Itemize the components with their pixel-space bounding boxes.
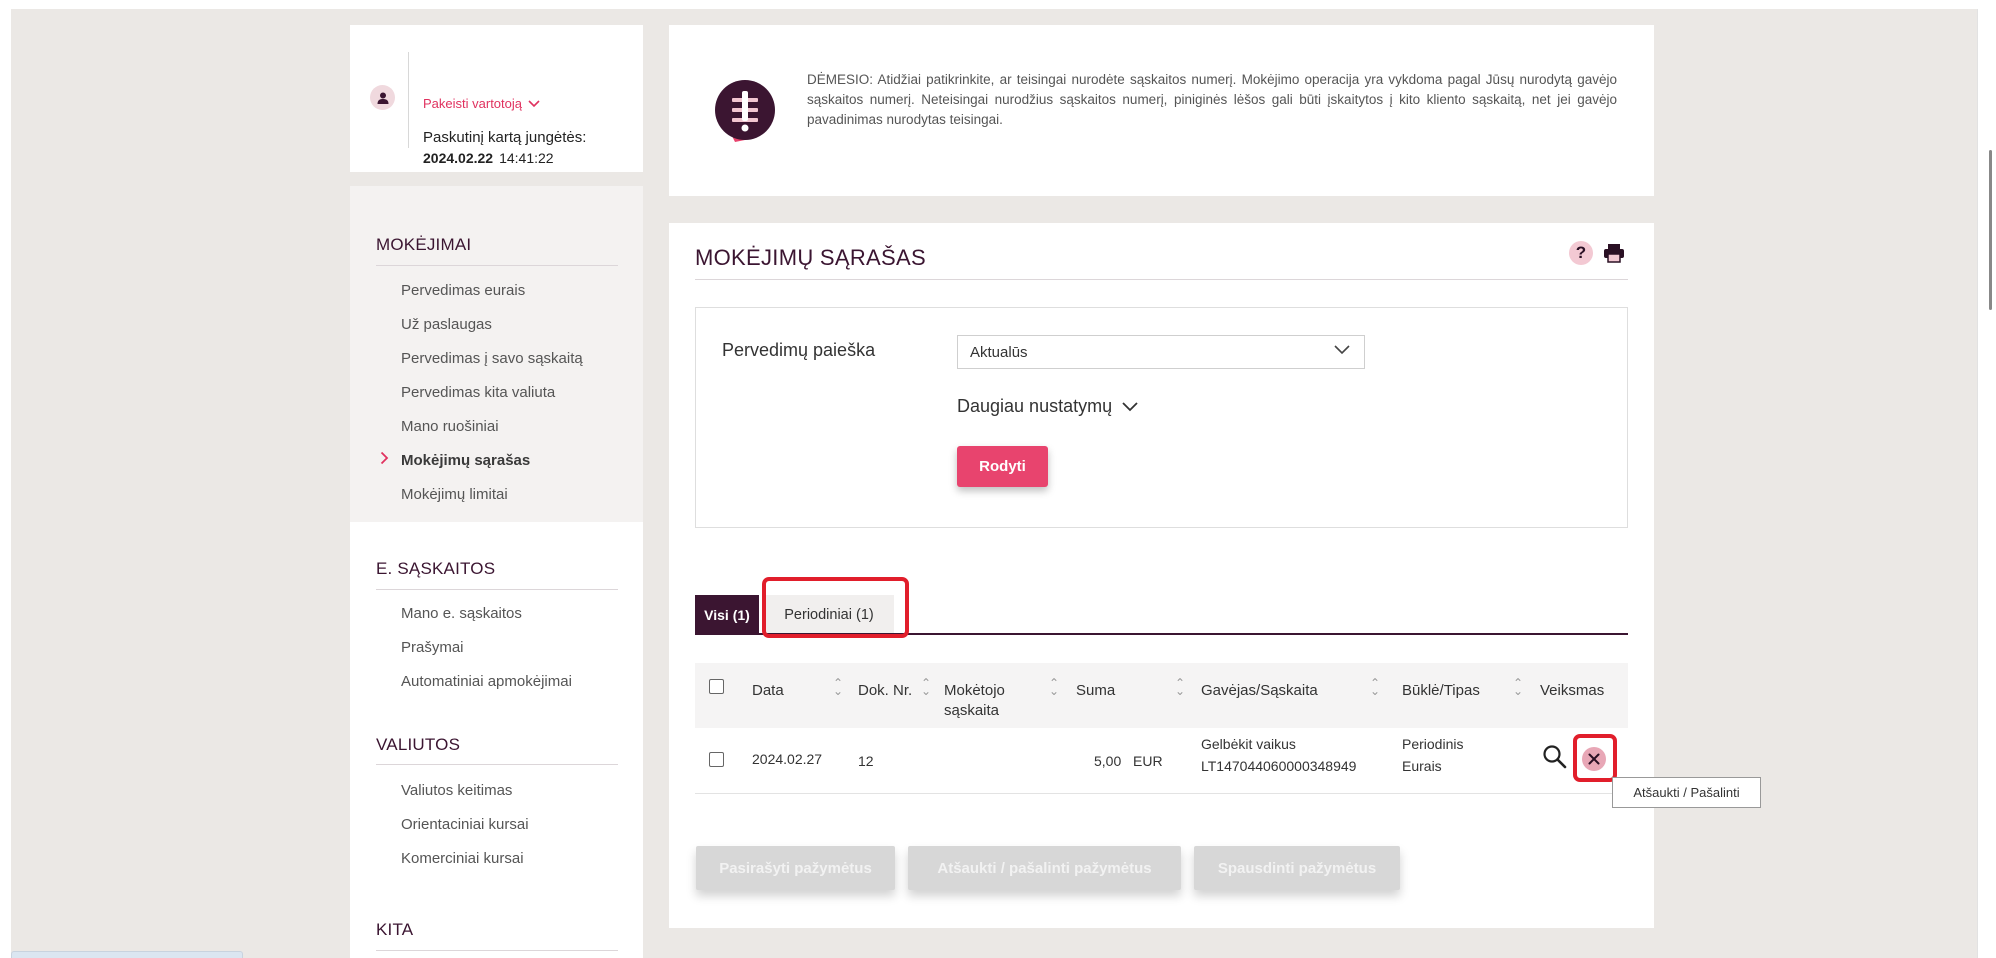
user-icon[interactable] — [370, 85, 395, 110]
row-currency: EUR — [1133, 753, 1163, 769]
sidebar-item-transfer-eur[interactable]: Pervedimas eurais — [401, 282, 525, 299]
column-header-status[interactable]: Būklė/Tipas — [1402, 681, 1480, 701]
sidebar-item-exchange[interactable]: Valiutos keitimas — [401, 782, 512, 799]
chevron-down-icon — [1122, 401, 1138, 411]
more-settings-label: Daugiau nustatymų — [957, 396, 1113, 416]
sort-icon[interactable]: ⌃ ⌄ — [1049, 677, 1059, 697]
sort-icon[interactable]: ⌃ ⌄ — [921, 677, 931, 697]
column-header-date[interactable]: Data — [752, 681, 784, 701]
column-header-amount[interactable]: Suma — [1076, 681, 1115, 701]
notice-text: DĖMESIO: Atidžiai patikrinkite, ar teisi… — [807, 72, 1617, 127]
sort-icon[interactable]: ⌃ ⌄ — [833, 677, 843, 697]
last-login-time: 14:41:22 — [499, 150, 554, 166]
user-divider — [408, 52, 409, 148]
sidebar-item-payment-list[interactable]: Mokėjimų sąrašas — [401, 452, 530, 469]
help-icon[interactable]: ? — [1569, 241, 1593, 265]
sort-icon[interactable]: ⌃ ⌄ — [1370, 677, 1380, 697]
print-selected-button[interactable]: Spausdinti pažymėtus — [1194, 846, 1400, 890]
tab-all[interactable]: Visi (1) — [695, 595, 759, 634]
row-checkbox[interactable] — [709, 752, 724, 767]
row-type: Eurais — [1402, 758, 1442, 774]
row-date: 2024.02.27 — [752, 751, 823, 767]
switch-user-label: Pakeisti vartotoją — [423, 96, 522, 111]
sidebar-item-commercial-rates[interactable]: Komerciniai kursai — [401, 850, 524, 867]
sidebar-item-limits[interactable]: Mokėjimų limitai — [401, 486, 508, 503]
user-card: Pakeisti vartotoją Paskutinį kartą jungė… — [350, 25, 643, 172]
cancel-selected-button[interactable]: Atšaukti / pašalinti pažymėtus — [908, 846, 1181, 890]
tab-periodic[interactable]: Periodiniai (1) — [764, 595, 894, 634]
last-login-date: 2024.02.22 — [423, 150, 494, 166]
section-title-payments: MOKĖJIMAI — [376, 235, 472, 254]
row-doc-no: 12 — [858, 753, 874, 769]
scrollbar-thumb[interactable] — [1989, 150, 1992, 310]
sidebar-item-drafts[interactable]: Mano ruošiniai — [401, 418, 499, 435]
sidebar-item-my-einvoices[interactable]: Mano e. sąskaitos — [401, 605, 522, 622]
column-header-doc-no[interactable]: Dok. Nr. — [858, 681, 912, 701]
table-header: Data ⌃ ⌄ Dok. Nr. ⌃ ⌄ Mokėtojo sąskaita ⌃ ⌄… — [695, 663, 1628, 728]
sidebar-item-indicative-rates[interactable]: Orientaciniai kursai — [401, 816, 529, 833]
section-title-einvoices: E. SĄSKAITOS — [376, 559, 496, 578]
magnifier-icon[interactable] — [1542, 744, 1568, 770]
filter-selected-value: Aktualūs — [970, 344, 1028, 361]
switch-user-link[interactable]: Pakeisti vartotoją — [423, 96, 540, 111]
bottom-panel-tab[interactable] — [11, 951, 243, 958]
sidebar-nav: MOKĖJIMAI Pervedimas eurais Už paslaugas… — [350, 186, 643, 958]
section-divider — [376, 950, 618, 951]
section-divider — [376, 265, 618, 266]
column-header-payer-account[interactable]: Mokėtojo sąskaita — [944, 681, 1024, 721]
section-divider — [376, 589, 618, 590]
section-title-currency: VALIUTOS — [376, 735, 461, 754]
show-button[interactable]: Rodyti — [957, 446, 1048, 487]
section-title-other: KITA — [376, 920, 414, 939]
window-top-edge — [0, 0, 1996, 9]
print-icon[interactable] — [1603, 243, 1625, 263]
search-filter-panel: Pervedimų paieška Aktualūs Daugiau nusta… — [695, 307, 1628, 528]
chevron-right-icon — [380, 451, 389, 469]
action-tooltip: Atšaukti / Pašalinti — [1612, 777, 1761, 808]
column-header-action: Veiksmas — [1540, 682, 1605, 699]
section-divider — [376, 764, 618, 765]
close-circle-icon[interactable] — [1582, 747, 1606, 771]
sidebar-item-own-account[interactable]: Pervedimas į savo sąskaitą — [401, 350, 583, 367]
last-login-value: 2024.02.22 14:41:22 — [423, 150, 554, 166]
chevron-down-icon — [1334, 345, 1350, 355]
row-amount: 5,00 — [1094, 753, 1122, 769]
last-login-label: Paskutinį kartą jungėtės: — [423, 129, 587, 146]
more-settings-toggle[interactable]: Daugiau nustatymų — [957, 396, 1138, 417]
column-header-payee[interactable]: Gavėjas/Sąskaita — [1201, 681, 1318, 701]
filter-label: Pervedimų paieška — [722, 340, 876, 360]
sidebar-item-services[interactable]: Už paslaugas — [401, 316, 492, 333]
window-left-edge — [0, 0, 11, 958]
row-payee-account: LT147044060000348949 — [1201, 758, 1357, 774]
notice-card: DĖMESIO: Atidžiai patikrinkite, ar teisi… — [669, 25, 1654, 196]
filter-status-select[interactable]: Aktualūs — [957, 335, 1365, 369]
page-title: MOKĖJIMŲ SĄRAŠAS — [695, 245, 926, 270]
warning-document-icon — [715, 80, 775, 142]
row-payee-name: Gelbėkit vaikus — [1201, 736, 1296, 752]
sidebar-item-other-currency[interactable]: Pervedimas kita valiuta — [401, 384, 555, 401]
vertical-scrollbar[interactable] — [1977, 9, 1996, 958]
title-divider — [695, 279, 1628, 280]
sidebar-item-auto-payments[interactable]: Automatiniai apmokėjimai — [401, 673, 572, 690]
chevron-down-icon — [528, 99, 540, 107]
payment-list-card: MOKĖJIMŲ SĄRAŠAS ? Pervedimų paieška Akt… — [669, 223, 1654, 928]
sort-icon[interactable]: ⌃ ⌄ — [1175, 677, 1185, 697]
tabs-underline — [695, 633, 1628, 635]
row-status: Periodinis — [1402, 736, 1464, 752]
table-row[interactable]: 2024.02.27 12 5,00 EUR Gelbėkit vaikus L… — [695, 728, 1628, 794]
select-all-checkbox[interactable] — [709, 679, 724, 694]
sidebar-item-requests[interactable]: Prašymai — [401, 639, 464, 656]
sign-selected-button[interactable]: Pasirašyti pažymėtus — [696, 846, 895, 890]
sort-icon[interactable]: ⌃ ⌄ — [1513, 677, 1523, 697]
